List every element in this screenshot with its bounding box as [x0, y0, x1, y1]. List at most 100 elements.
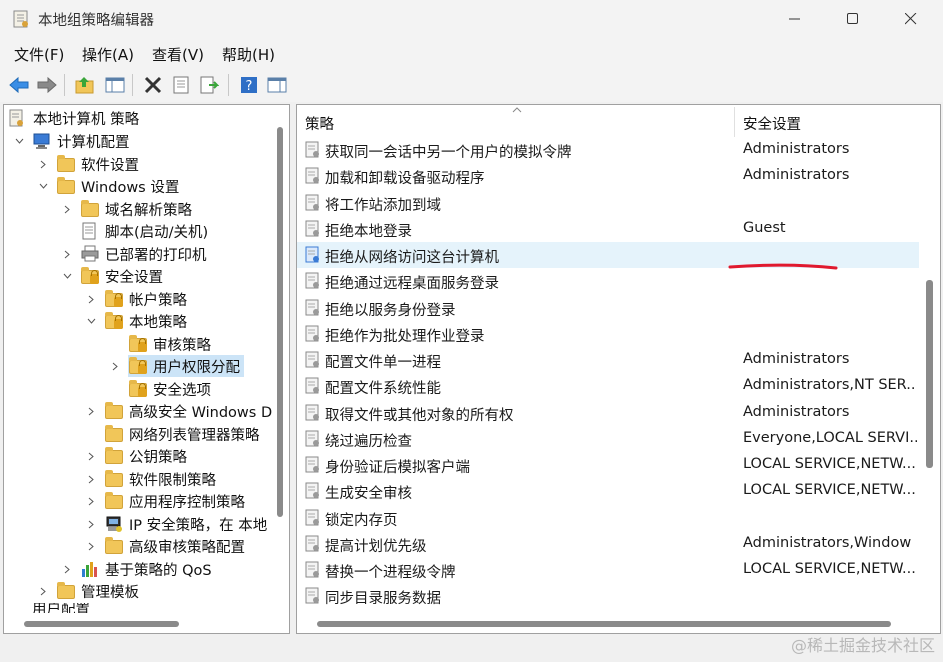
- up-folder-button[interactable]: [72, 72, 98, 98]
- sort-ascending-icon: [512, 107, 522, 113]
- minimize-button[interactable]: [766, 0, 824, 38]
- chevron-right-icon[interactable]: [86, 400, 96, 422]
- forward-button[interactable]: [34, 72, 60, 98]
- chevron-right-icon[interactable]: [62, 558, 72, 580]
- policy-row[interactable]: 获取同一会话中另一个用户的模拟令牌 Administrators: [297, 137, 919, 163]
- tree-item-security-settings[interactable]: 安全设置: [62, 265, 163, 287]
- tree-item-network-list[interactable]: 网络列表管理器策略: [104, 423, 260, 445]
- tree-label: 高级安全 Windows D: [129, 404, 273, 421]
- scrollbar-thumb[interactable]: [317, 621, 891, 627]
- menu-view[interactable]: 查看(V): [152, 44, 204, 65]
- chevron-right-icon[interactable]: [86, 535, 96, 557]
- tree-item-advanced-audit[interactable]: 高级审核策略配置: [86, 535, 245, 557]
- policy-row[interactable]: 锁定内存页: [297, 505, 919, 531]
- tree-item-computer-config[interactable]: 计算机配置: [14, 130, 130, 152]
- tree-label: 软件限制策略: [129, 472, 216, 489]
- chevron-right-icon[interactable]: [86, 288, 96, 310]
- tree-item-local-computer-policy[interactable]: 本地计算机 策略: [8, 107, 139, 129]
- chevron-right-icon[interactable]: [38, 153, 48, 175]
- tree-item-user-config[interactable]: 用户配置: [14, 603, 90, 613]
- delete-button[interactable]: [140, 72, 166, 98]
- policy-row[interactable]: 配置文件单一进程 Administrators: [297, 347, 919, 373]
- tree-vertical-scrollbar[interactable]: [272, 105, 289, 613]
- chevron-right-icon[interactable]: [86, 513, 96, 535]
- policy-row[interactable]: 替换一个进程级令牌 LOCAL SERVICE,NETW...: [297, 557, 919, 583]
- chevron-down-icon[interactable]: [38, 175, 48, 197]
- export-list-button[interactable]: [196, 72, 222, 98]
- tree-item-security-options[interactable]: 安全选项: [128, 378, 211, 400]
- policy-row[interactable]: 加载和卸载设备驱动程序 Administrators: [297, 163, 919, 189]
- policy-row[interactable]: 拒绝本地登录 Guest: [297, 216, 919, 242]
- tree-item-printers[interactable]: 已部署的打印机: [62, 243, 207, 265]
- tree-item-user-rights[interactable]: 用户权限分配: [110, 355, 244, 377]
- app-icon: [13, 10, 28, 28]
- show-action-pane-button[interactable]: [264, 72, 290, 98]
- chevron-down-icon[interactable]: [86, 310, 96, 332]
- folder-icon: [56, 582, 76, 600]
- policy-row[interactable]: 身份验证后模拟客户端 LOCAL SERVICE,NETW...: [297, 452, 919, 478]
- tree-item-ipsec[interactable]: IP 安全策略，在 本地: [86, 513, 267, 535]
- scrollbar-thumb[interactable]: [926, 280, 933, 468]
- tree-item-public-key[interactable]: 公钥策略: [86, 445, 187, 467]
- back-button[interactable]: [6, 72, 32, 98]
- list-vertical-scrollbar[interactable]: [920, 105, 940, 613]
- maximize-button[interactable]: [824, 0, 882, 38]
- policy-row[interactable]: 取得文件或其他对象的所有权 Administrators: [297, 400, 919, 426]
- tree-item-admin-templates[interactable]: 管理模板: [38, 580, 139, 602]
- chevron-right-icon[interactable]: [86, 490, 96, 512]
- policy-row[interactable]: 同步目录服务数据: [297, 583, 919, 609]
- chevron-right-icon[interactable]: [110, 355, 120, 377]
- scrollbar-thumb[interactable]: [24, 621, 179, 627]
- policy-name: 拒绝本地登录: [325, 223, 412, 240]
- column-header-security-setting[interactable]: 安全设置: [743, 109, 801, 137]
- tree-item-scripts[interactable]: 脚本(启动/关机): [80, 220, 208, 242]
- security-setting-value: LOCAL SERVICE,NETW...: [743, 561, 916, 577]
- tree-item-app-control[interactable]: 应用程序控制策略: [86, 490, 245, 512]
- close-button[interactable]: [882, 0, 940, 38]
- help-button[interactable]: ?: [236, 72, 262, 98]
- column-divider[interactable]: [734, 107, 735, 137]
- policy-name: 获取同一会话中另一个用户的模拟令牌: [325, 145, 572, 161]
- policy-row[interactable]: 拒绝作为批处理作业登录: [297, 321, 919, 347]
- policy-setting-icon: [305, 404, 319, 420]
- policy-row[interactable]: 提高计划优先级 Administrators,Window ...: [297, 531, 919, 557]
- chevron-right-icon[interactable]: [38, 580, 48, 602]
- security-folder-icon: [80, 267, 100, 285]
- tree-horizontal-scrollbar[interactable]: [4, 613, 289, 633]
- chevron-right-icon[interactable]: [62, 243, 72, 265]
- policy-row[interactable]: 将工作站添加到域: [297, 190, 919, 216]
- chevron-down-icon[interactable]: [62, 265, 72, 287]
- chevron-down-icon[interactable]: [14, 130, 24, 152]
- tree-item-software-restriction[interactable]: 软件限制策略: [86, 468, 216, 490]
- menu-help[interactable]: 帮助(H): [222, 44, 275, 65]
- column-header-policy[interactable]: 策略: [305, 109, 334, 137]
- policy-setting-icon: [305, 272, 319, 289]
- policy-row[interactable]: 生成安全审核 LOCAL SERVICE,NETW...: [297, 478, 919, 504]
- tree-item-windows-settings[interactable]: Windows 设置: [38, 175, 179, 197]
- computer-icon: [32, 132, 52, 150]
- tree-item-dns-policy[interactable]: 域名解析策略: [62, 198, 192, 220]
- tree-label: 用户权限分配: [153, 359, 240, 376]
- menu-action[interactable]: 操作(A): [82, 44, 134, 65]
- tree-item-local-policies[interactable]: 本地策略: [86, 310, 187, 332]
- chevron-right-icon[interactable]: [86, 445, 96, 467]
- policy-row[interactable]: 绕过遍历检查 Everyone,LOCAL SERVI...: [297, 426, 919, 452]
- tree-item-software-settings[interactable]: 软件设置: [38, 153, 139, 175]
- chevron-right-icon[interactable]: [62, 198, 72, 220]
- tree-item-audit-policy[interactable]: 审核策略: [128, 333, 211, 355]
- security-setting-value: Guest: [743, 219, 786, 236]
- policy-name: 拒绝以服务身份登录: [325, 302, 456, 319]
- tree-item-account-policies[interactable]: 帐户策略: [86, 288, 187, 310]
- chevron-right-icon[interactable]: [86, 468, 96, 490]
- tree-item-advanced-firewall[interactable]: 高级安全 Windows D: [86, 400, 272, 422]
- policy-row[interactable]: 拒绝以服务身份登录: [297, 295, 919, 321]
- properties-button[interactable]: [168, 72, 194, 98]
- policy-row[interactable]: 配置文件系统性能 Administrators,NT SER...: [297, 373, 919, 399]
- maximize-icon: [847, 13, 858, 24]
- tree-item-qos[interactable]: 基于策略的 QoS: [62, 558, 212, 580]
- show-hide-tree-button[interactable]: [102, 72, 128, 98]
- menu-file[interactable]: 文件(F): [14, 44, 64, 65]
- policy-setting-icon: [305, 325, 319, 342]
- scrollbar-thumb[interactable]: [277, 127, 283, 517]
- list-horizontal-scrollbar[interactable]: [297, 613, 940, 633]
